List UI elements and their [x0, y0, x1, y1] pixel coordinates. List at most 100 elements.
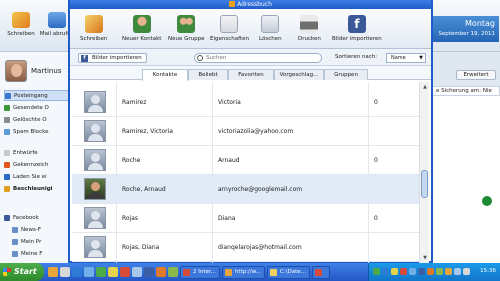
- lightning-icon: [4, 185, 10, 192]
- contact-row[interactable]: Rojas, Diana dianqelarojas@hotmail.com: [72, 233, 419, 262]
- filter-bar: f Bilder importieren Sortieren nach: Nam…: [70, 49, 431, 66]
- contact-placeholder-avatar: [84, 91, 106, 113]
- quick-launch-icon[interactable]: [144, 267, 154, 277]
- contact-placeholder-avatar: [84, 149, 106, 171]
- quick-launch-icon[interactable]: [132, 267, 142, 277]
- scrollbar-thumb[interactable]: [421, 170, 428, 198]
- pencil-icon: [84, 15, 103, 33]
- contact-list: Ramirez Victoria 0 Ramirez, Victoria vic…: [72, 82, 419, 263]
- status-icon[interactable]: [482, 196, 492, 206]
- browser-icon: [224, 268, 232, 276]
- sidebar-item-download[interactable]: Laden Sie ei: [4, 171, 70, 182]
- contact-list-scrollbar[interactable]: ▲ ▼: [419, 82, 429, 263]
- quick-launch-icon[interactable]: [156, 267, 166, 277]
- user-profile[interactable]: Martinus: [5, 60, 61, 82]
- system-tray: 15:36: [368, 263, 500, 281]
- sidebar-item-inbox[interactable]: Posteingang: [4, 90, 70, 101]
- sort-select[interactable]: Name ▼: [386, 53, 426, 63]
- trash-icon: [4, 116, 10, 123]
- quick-launch-icon[interactable]: [96, 267, 106, 277]
- window-titlebar[interactable]: Adressbuch: [70, 0, 431, 9]
- search-box[interactable]: [194, 53, 322, 63]
- quick-launch: [48, 267, 178, 277]
- tray-icon[interactable]: [463, 268, 470, 275]
- tray-icon[interactable]: [400, 268, 407, 275]
- tray-icon[interactable]: [409, 268, 416, 275]
- contact-photo: [84, 178, 106, 200]
- new-group-button[interactable]: Neue Gruppe: [168, 15, 205, 42]
- background-sidebar: Martinus Posteingang Gesendete O Gelösch…: [0, 52, 70, 263]
- spam-icon: [4, 128, 10, 135]
- quick-launch-icon[interactable]: [84, 267, 94, 277]
- add-group-icon: [177, 15, 196, 33]
- new-contact-button[interactable]: Neuer Kontakt: [122, 15, 161, 42]
- advanced-button[interactable]: Erweitert: [456, 70, 496, 80]
- scroll-up-icon[interactable]: ▲: [421, 83, 429, 91]
- tab-suggested[interactable]: Vorgeschlag...: [274, 69, 324, 80]
- tray-icon[interactable]: [454, 268, 461, 275]
- tray-icon[interactable]: [427, 268, 434, 275]
- tab-popular[interactable]: Beliebt: [188, 69, 228, 80]
- backup-status: e Sicherung am: Nie: [432, 86, 500, 96]
- sidebar-item-facebook[interactable]: Facebook: [4, 212, 70, 223]
- contact-placeholder-avatar: [84, 120, 106, 142]
- tab-groups[interactable]: Gruppen: [324, 69, 368, 80]
- properties-button[interactable]: Eigenschaften: [210, 15, 249, 42]
- tray-icon[interactable]: [391, 268, 398, 275]
- quick-launch-icon[interactable]: [60, 267, 70, 277]
- compose-button[interactable]: Schreiben: [80, 15, 107, 42]
- tray-icon[interactable]: [382, 268, 389, 275]
- contact-row[interactable]: Ramirez, Victoria victoriazolia@yahoo.co…: [72, 117, 419, 146]
- delete-button[interactable]: Löschen: [259, 15, 282, 42]
- contact-row[interactable]: Rojas Diana 0: [72, 204, 419, 233]
- app-icon: [314, 268, 322, 276]
- tray-icon[interactable]: [445, 268, 452, 275]
- add-contact-icon: [132, 15, 151, 33]
- contact-row[interactable]: Ramirez Victoria 0: [72, 88, 419, 117]
- taskbar-task-internet[interactable]: 2 Inter...: [180, 265, 220, 279]
- print-button[interactable]: Drucken: [298, 15, 321, 42]
- taskbar-task-app[interactable]: [311, 265, 330, 279]
- start-button[interactable]: Start: [0, 263, 44, 281]
- printer-icon: [300, 15, 319, 33]
- mail-icon: [48, 12, 66, 28]
- taskbar-task-folder[interactable]: C:\Date...: [267, 265, 310, 279]
- sidebar-item-drafts[interactable]: Entwürfe: [4, 147, 70, 158]
- contact-tabs: Kontakte Beliebt Favoriten Vorgeschlag..…: [70, 66, 431, 81]
- sidebar-item-flagged[interactable]: Gekennzeich: [4, 159, 70, 170]
- tab-favorites[interactable]: Favoriten: [228, 69, 274, 80]
- taskbar-task-browser[interactable]: http://w...: [221, 265, 265, 279]
- delete-contact-icon: [261, 15, 280, 33]
- chevron-down-icon: ▼: [419, 55, 423, 61]
- contact-card-icon: [220, 15, 239, 33]
- sidebar-item-accelerate[interactable]: Beschleunigi: [4, 183, 70, 194]
- address-book-window: Adressbuch Schreiben Neuer Kontakt Neue …: [68, 0, 433, 263]
- facebook-icon: f: [81, 55, 88, 62]
- tray-icon[interactable]: [436, 268, 443, 275]
- quick-launch-icon[interactable]: [168, 267, 178, 277]
- sidebar-item-deleted[interactable]: Gelöschte O: [4, 114, 70, 125]
- quick-launch-icon[interactable]: [72, 267, 82, 277]
- quick-launch-icon[interactable]: [108, 267, 118, 277]
- quick-launch-icon[interactable]: [120, 267, 130, 277]
- search-input[interactable]: [206, 54, 321, 62]
- import-pictures-button[interactable]: f Bilder importieren: [332, 15, 382, 42]
- contact-placeholder-avatar: [84, 207, 106, 229]
- tab-contacts[interactable]: Kontakte: [142, 69, 188, 81]
- tray-icon[interactable]: [373, 268, 380, 275]
- sidebar-item-spam[interactable]: Spam Blocke: [4, 126, 70, 137]
- sidebar-item-sent[interactable]: Gesendete O: [4, 102, 70, 113]
- inbox-icon: [5, 92, 11, 99]
- sort-label: Sortieren nach:: [335, 54, 378, 60]
- scroll-down-icon[interactable]: ▼: [421, 254, 429, 262]
- contact-row-selected[interactable]: Roche, Arnaud arnyroche@googlemail.com: [72, 175, 419, 204]
- quick-launch-icon[interactable]: [48, 267, 58, 277]
- contact-row[interactable]: Roche Arnaud 0: [72, 146, 419, 175]
- import-pictures-small-button[interactable]: f Bilder importieren: [78, 53, 147, 63]
- clock: 15:36: [480, 268, 496, 274]
- date-display: Montag September 19, 2011: [433, 16, 499, 42]
- address-book-toolbar: Schreiben Neuer Kontakt Neue Gruppe Eige…: [70, 9, 431, 49]
- tray-icon[interactable]: [418, 268, 425, 275]
- drafts-icon: [4, 149, 10, 156]
- bg-compose-button[interactable]: Schreiben: [2, 12, 40, 37]
